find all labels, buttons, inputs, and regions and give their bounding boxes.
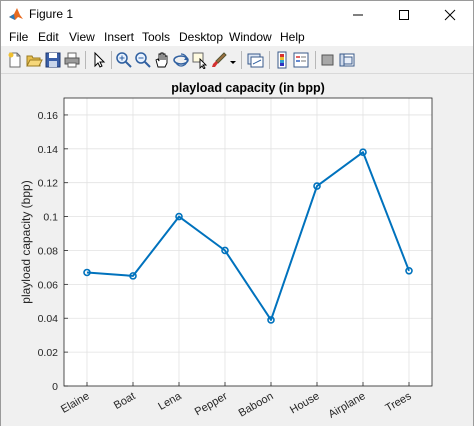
insert-colorbar-icon[interactable] [273, 51, 291, 69]
menu-help[interactable]: Help [280, 30, 305, 44]
brush-icon[interactable] [210, 51, 228, 69]
y-tick-label: 0.14 [38, 144, 59, 156]
x-tick-label: Trees [383, 390, 413, 414]
link-plot-icon[interactable] [246, 51, 264, 69]
insert-legend-icon[interactable] [292, 51, 310, 69]
menu-desktop[interactable]: Desktop [179, 30, 223, 44]
y-tick-label: 0.02 [38, 347, 59, 359]
print-icon[interactable] [63, 51, 81, 69]
pan-icon[interactable] [153, 51, 171, 69]
hide-plot-tools-icon[interactable] [319, 51, 337, 69]
open-file-icon[interactable] [25, 51, 43, 69]
title-bar: Figure 1 [1, 1, 473, 27]
minimize-button[interactable] [335, 1, 381, 27]
axes-background [64, 98, 432, 386]
minimize-icon [353, 14, 363, 16]
y-tick-label: 0.04 [38, 313, 59, 325]
x-tick-label: Boat [112, 390, 138, 412]
save-icon[interactable] [44, 51, 62, 69]
toolbar-separator [111, 51, 112, 69]
show-plot-tools-icon[interactable] [338, 51, 356, 69]
x-tick-label: Airplane [327, 390, 368, 421]
x-tick-label: Pepper [193, 390, 230, 418]
y-tick-label: 0 [52, 381, 58, 393]
y-tick-label: 0.1 [43, 212, 58, 224]
menu-bar: File Edit View Insert Tools Desktop Wind… [1, 27, 473, 46]
zoom-in-icon[interactable] [115, 51, 133, 69]
menu-tools[interactable]: Tools [142, 30, 170, 44]
toolbar-separator [315, 51, 316, 69]
maximize-icon [399, 10, 409, 20]
close-icon [444, 9, 456, 21]
brush-dropdown-icon[interactable] [229, 51, 237, 69]
close-button[interactable] [427, 1, 473, 27]
data-cursor-icon[interactable] [191, 51, 209, 69]
edit-plot-icon[interactable] [90, 51, 108, 69]
menu-view[interactable]: View [69, 30, 95, 44]
figure-toolbar [1, 46, 473, 74]
window-title: Figure 1 [29, 7, 74, 21]
menu-window[interactable]: Window [229, 30, 272, 44]
x-tick-label: House [288, 390, 322, 416]
y-axis-label: playload capacity (bpp) [19, 180, 33, 303]
y-tick-label: 0.12 [38, 178, 59, 190]
new-figure-icon[interactable] [6, 51, 24, 69]
y-tick-label: 0.16 [38, 110, 59, 122]
rotate-3d-icon[interactable] [172, 51, 190, 69]
matlab-logo-icon [8, 6, 24, 22]
y-axis-ticks: 0 0.02 0.04 0.06 0.08 0.1 0.12 0.14 0.16 [38, 110, 68, 393]
maximize-button[interactable] [381, 1, 427, 27]
toolbar-separator [241, 51, 242, 69]
chart-title: playload capacity (in bpp) [171, 81, 325, 95]
x-tick-label: Elaine [59, 390, 91, 416]
menu-insert[interactable]: Insert [104, 30, 134, 44]
y-tick-label: 0.06 [38, 279, 59, 291]
menu-file[interactable]: File [9, 30, 28, 44]
toolbar-separator [269, 51, 270, 69]
x-tick-label: Baboon [237, 390, 276, 419]
x-axis-ticks: Elaine Boat Lena Pepper Baboon House Airplane T… [59, 382, 414, 421]
x-tick-label: Lena [156, 390, 184, 413]
menu-edit[interactable]: Edit [38, 30, 59, 44]
toolbar-separator [85, 51, 86, 69]
line-chart: 0 0.02 0.04 0.06 0.08 0.1 0.12 0.14 0.16 Elaine B… [19, 81, 433, 421]
zoom-out-icon[interactable] [134, 51, 152, 69]
y-tick-label: 0.08 [38, 245, 59, 257]
